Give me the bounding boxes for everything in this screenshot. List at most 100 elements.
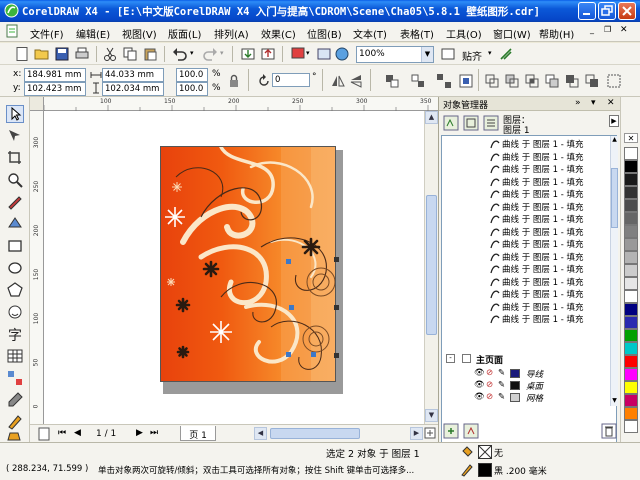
doc-minimize-icon[interactable]: _ bbox=[590, 25, 594, 34]
layer-color-swatch[interactable] bbox=[510, 369, 520, 378]
rotation-input[interactable]: 0 bbox=[272, 73, 310, 87]
palette-swatch[interactable] bbox=[624, 199, 638, 212]
object-list-item[interactable]: 曲线 于 图层 1 - 填充 bbox=[490, 288, 616, 300]
layer-color-swatch[interactable] bbox=[510, 381, 520, 390]
no-color-swatch[interactable]: ✕ bbox=[624, 133, 638, 143]
tree-scroll-thumb[interactable] bbox=[611, 168, 618, 228]
previous-page-icon[interactable]: ◀ bbox=[74, 428, 81, 438]
menu-text[interactable]: 文本(T) bbox=[353, 26, 387, 41]
palette-swatch[interactable] bbox=[624, 420, 638, 433]
palette-swatch[interactable] bbox=[624, 303, 638, 316]
horizontal-ruler[interactable]: 100 150 200 250 300 350 bbox=[30, 97, 438, 111]
palette-swatch[interactable] bbox=[624, 264, 638, 277]
ellipse-tool-icon[interactable] bbox=[6, 259, 24, 277]
outline-color-swatch[interactable] bbox=[478, 463, 492, 477]
new-document-icon[interactable] bbox=[14, 46, 30, 62]
printable-icon[interactable]: ⊘ bbox=[486, 368, 493, 378]
no-fill-swatch[interactable] bbox=[478, 445, 492, 459]
height-input[interactable]: 102.034 mm bbox=[102, 82, 164, 96]
lock-ratio-icon[interactable] bbox=[226, 73, 242, 89]
print-icon[interactable] bbox=[74, 46, 90, 62]
palette-swatch[interactable] bbox=[624, 394, 638, 407]
new-layer-icon[interactable] bbox=[443, 423, 459, 439]
mirror-horizontal-icon[interactable] bbox=[330, 73, 346, 89]
create-boundary-icon[interactable] bbox=[606, 73, 622, 89]
freehand-tool-icon[interactable] bbox=[6, 193, 24, 211]
scroll-right-icon[interactable]: ▶ bbox=[410, 427, 423, 440]
object-list-item[interactable]: 曲线 于 图层 1 - 填充 bbox=[490, 251, 616, 263]
welcome-screen-icon[interactable] bbox=[316, 46, 332, 62]
object-tree-scrollbar[interactable]: ▲ ▼ bbox=[610, 136, 618, 406]
master-page-row[interactable]: - 主页面 bbox=[446, 354, 606, 366]
minimize-button[interactable] bbox=[578, 2, 596, 20]
interactive-blend-tool-icon[interactable] bbox=[6, 369, 24, 387]
ungroup-icon[interactable] bbox=[410, 73, 426, 89]
layer-color-swatch[interactable] bbox=[510, 393, 520, 402]
outline-tool-icon[interactable] bbox=[6, 413, 24, 431]
scroll-down-icon[interactable]: ▼ bbox=[425, 409, 438, 422]
menu-window[interactable]: 窗口(W) bbox=[493, 26, 531, 41]
lock-layer-icon[interactable]: ✎ bbox=[498, 380, 505, 390]
visibility-eye-icon[interactable]: 👁 bbox=[474, 392, 485, 402]
page-navigator-icon[interactable] bbox=[36, 426, 52, 442]
object-list-item[interactable]: 曲线 于 图层 1 - 填充 bbox=[490, 313, 616, 325]
outline-pen-icon[interactable] bbox=[460, 463, 474, 477]
back-minus-front-icon[interactable] bbox=[584, 73, 600, 89]
combine-icon[interactable] bbox=[458, 73, 474, 89]
object-list-item[interactable]: 曲线 于 图层 1 - 填充 bbox=[490, 176, 616, 188]
lock-layer-icon[interactable]: ✎ bbox=[498, 392, 505, 402]
palette-swatch[interactable] bbox=[624, 160, 638, 173]
ruler-origin[interactable] bbox=[30, 97, 44, 111]
fill-bucket-icon[interactable] bbox=[460, 445, 474, 459]
menu-effects[interactable]: 效果(C) bbox=[261, 26, 296, 41]
show-object-properties-icon[interactable] bbox=[443, 115, 459, 131]
selection-handle[interactable] bbox=[334, 305, 339, 310]
palette-swatch[interactable] bbox=[624, 329, 638, 342]
selection-handle[interactable] bbox=[334, 353, 339, 358]
ungroup-all-icon[interactable] bbox=[436, 73, 452, 89]
simplify-icon[interactable] bbox=[544, 73, 560, 89]
scale-y-input[interactable]: 100.0 bbox=[176, 82, 208, 96]
x-position-input[interactable]: 184.981 mm bbox=[24, 68, 86, 82]
palette-swatch[interactable] bbox=[624, 186, 638, 199]
vertical-scroll-thumb[interactable] bbox=[426, 195, 437, 335]
width-input[interactable]: 44.033 mm bbox=[102, 68, 164, 82]
object-list-item[interactable]: 曲线 于 图层 1 - 填充 bbox=[490, 238, 616, 250]
options-icon[interactable] bbox=[498, 46, 514, 62]
printable-icon[interactable]: ⊘ bbox=[486, 392, 493, 402]
redo-dropdown-icon[interactable]: ▾ bbox=[220, 49, 224, 57]
intersect-icon[interactable] bbox=[524, 73, 540, 89]
polygon-tool-icon[interactable] bbox=[6, 281, 24, 299]
basic-shapes-tool-icon[interactable] bbox=[6, 303, 24, 321]
page-tab[interactable]: 页 1 bbox=[180, 426, 216, 441]
object-list-item[interactable]: 曲线 于 图层 1 - 填充 bbox=[490, 276, 616, 288]
vertical-scrollbar[interactable]: ▲ ▼ bbox=[424, 111, 438, 424]
weld-icon[interactable] bbox=[484, 73, 500, 89]
tree-scroll-up-icon[interactable]: ▲ bbox=[611, 137, 618, 144]
edit-across-layers-icon[interactable] bbox=[463, 115, 479, 131]
palette-swatch[interactable] bbox=[624, 238, 638, 251]
object-list-item[interactable]: 曲线 于 图层 1 - 填充 bbox=[490, 151, 616, 163]
last-page-icon[interactable]: ⏭ bbox=[150, 428, 158, 438]
object-list-item[interactable]: 曲线 于 图层 1 - 填充 bbox=[490, 301, 616, 313]
menu-file[interactable]: 文件(F) bbox=[30, 26, 64, 41]
snap-to-label[interactable]: 贴齐 bbox=[462, 48, 482, 63]
collapse-icon[interactable]: - bbox=[446, 354, 455, 363]
scroll-left-icon[interactable]: ◀ bbox=[254, 427, 267, 440]
object-list-item[interactable]: 曲线 于 图层 1 - 填充 bbox=[490, 138, 616, 150]
table-tool-icon[interactable] bbox=[6, 347, 24, 365]
zoom-tool-icon[interactable] bbox=[6, 171, 24, 189]
palette-swatch[interactable] bbox=[624, 381, 638, 394]
master-layer-row[interactable]: 👁 ⊘ ✎ 桌面 bbox=[474, 380, 604, 392]
visibility-eye-icon[interactable]: 👁 bbox=[474, 380, 485, 390]
eyedropper-tool-icon[interactable] bbox=[6, 391, 24, 409]
palette-swatch[interactable] bbox=[624, 212, 638, 225]
copy-icon[interactable] bbox=[122, 46, 138, 62]
object-list-item[interactable]: 曲线 于 图层 1 - 填充 bbox=[490, 163, 616, 175]
maximize-button[interactable] bbox=[598, 2, 616, 20]
vertical-ruler[interactable]: 300 250 200 150 100 50 0 bbox=[30, 111, 44, 424]
wallpaper-artwork-page[interactable] bbox=[160, 146, 336, 382]
undo-icon[interactable] bbox=[172, 46, 188, 62]
palette-swatch[interactable] bbox=[624, 316, 638, 329]
scroll-up-icon[interactable]: ▲ bbox=[425, 111, 438, 124]
